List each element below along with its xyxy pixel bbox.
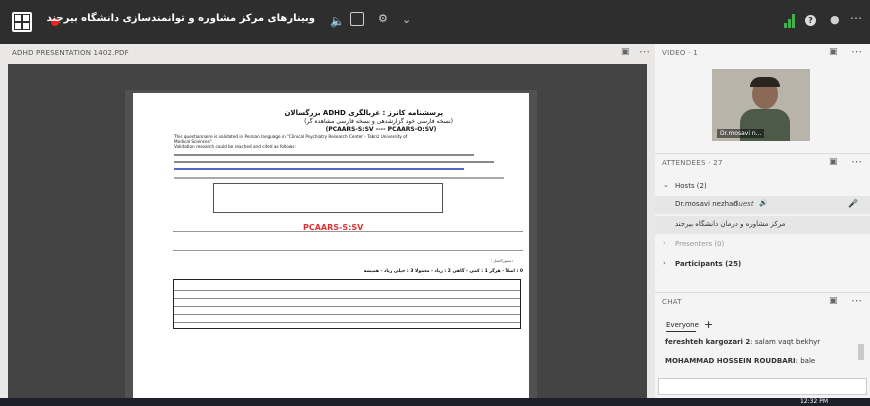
profile-icon[interactable]: ● [830, 13, 840, 26]
presentation-pane: ADHD PRESENTATION 1402.PDF ▣ ⋯ پرسشنامه … [0, 44, 655, 406]
chevron-right-icon: › [663, 239, 666, 247]
microphone-icon[interactable]: 🎤 [848, 199, 858, 208]
chat-section-title: CHAT [662, 298, 682, 306]
chat-message: MOHAMMAD HOSSEIN ROUDBARI: bale [665, 357, 816, 365]
attendees-fullscreen-icon[interactable]: ▣ [829, 157, 838, 167]
doc-contact-line [174, 177, 504, 179]
right-sidebar: VIDEO · 1 ▣ ⋯ Dr.mosavi n... ATTENDEES ·… [655, 44, 870, 398]
hosts-group[interactable]: ⌄ Hosts (2) [655, 180, 870, 194]
doc-subtitle: (نسخه فارسی خود گزارشدهی و نسخه فارسی مش… [304, 118, 453, 125]
attendee-row-host1[interactable]: Dr.mosavi nezhad Guest 🔊 🎤 [655, 196, 870, 214]
attendee-row-host2[interactable]: مرکز مشاوره و درمان دانشگاه بیرجند [655, 216, 870, 234]
add-chat-tab-icon[interactable]: + [704, 318, 713, 331]
chevron-down-icon[interactable]: ⌄ [402, 13, 411, 26]
chat-message: fereshteh kargozari 2: salam vaqt bekhyr [665, 338, 821, 346]
presentation-filename: ADHD PRESENTATION 1402.PDF [12, 49, 129, 57]
chevron-right-icon: › [663, 259, 666, 267]
video-participant-name: Dr.mosavi n... [717, 129, 765, 138]
doc-title: پرسشنامه کانرز : غربالگری ADHD بزرگسالان [284, 109, 443, 117]
attendees-section-title: ATTENDEES · 27 [662, 159, 723, 167]
video-fullscreen-icon[interactable]: ▣ [829, 47, 838, 57]
participants-group[interactable]: › Participants (25) [655, 258, 870, 272]
chat-input[interactable] [658, 378, 867, 395]
doc-scale-legend: 0 : اصلاً - هرگز 1 : کمی - گاهی 2 : زیاد… [363, 269, 523, 274]
chevron-down-icon: ⌄ [663, 181, 669, 189]
doc-link-line [174, 168, 464, 170]
video-section-title: VIDEO · 1 [662, 49, 699, 57]
chat-scrollbar[interactable] [858, 344, 864, 360]
presenters-group[interactable]: › Presenters (0) [655, 238, 870, 252]
doc-codes: (PCAARS-S:SV ---- PCAARS-O:SV) [325, 126, 437, 133]
presenter-hair [750, 77, 780, 87]
doc-citation-line [174, 154, 474, 156]
doc-body: This questionnaire is validated in Persi… [174, 134, 408, 149]
fullscreen-icon[interactable]: ▣ [621, 47, 630, 57]
settings-icon[interactable]: ⚙ [378, 12, 388, 25]
screen-share-icon[interactable] [350, 12, 364, 26]
help-icon[interactable]: ? [805, 15, 816, 26]
attendees-menu-icon[interactable]: ⋯ [851, 155, 862, 168]
doc-reference-table [213, 183, 443, 213]
taskbar-clock: 12:32 PM [800, 398, 828, 405]
doc-info-fields [173, 231, 523, 251]
document-viewer[interactable]: پرسشنامه کانرز : غربالگری ADHD بزرگسالان… [8, 64, 647, 406]
pane-menu-icon[interactable]: ⋯ [639, 45, 650, 58]
document-page: پرسشنامه کانرز : غربالگری ADHD بزرگسالان… [133, 93, 529, 406]
chat-tab-everyone[interactable]: Everyone + [666, 318, 713, 331]
speaking-icon: 🔊 [759, 199, 768, 207]
meeting-title: وبینارهای مرکز مشاوره و توانمندسازی دانش… [46, 13, 315, 24]
doc-instructions: دستورالعمل : [490, 258, 513, 263]
more-options-icon[interactable]: ⋯ [850, 11, 862, 25]
speaker-icon[interactable]: 🔈 [330, 14, 345, 28]
document-page-frame: پرسشنامه کانرز : غربالگری ADHD بزرگسالان… [125, 90, 537, 406]
video-section: Dr.mosavi n... [655, 57, 870, 153]
chat-fullscreen-icon[interactable]: ▣ [829, 296, 838, 306]
doc-score-table [173, 279, 521, 329]
connection-signal-icon [784, 14, 796, 28]
taskbar: 12:32 PM [0, 398, 870, 406]
top-bar: وبینارهای مرکز مشاوره و توانمندسازی دانش… [0, 0, 870, 44]
video-tile[interactable]: Dr.mosavi n... [712, 69, 810, 141]
app-logo-icon[interactable] [12, 12, 32, 32]
doc-citation-line [174, 161, 494, 163]
chat-menu-icon[interactable]: ⋯ [851, 294, 862, 307]
